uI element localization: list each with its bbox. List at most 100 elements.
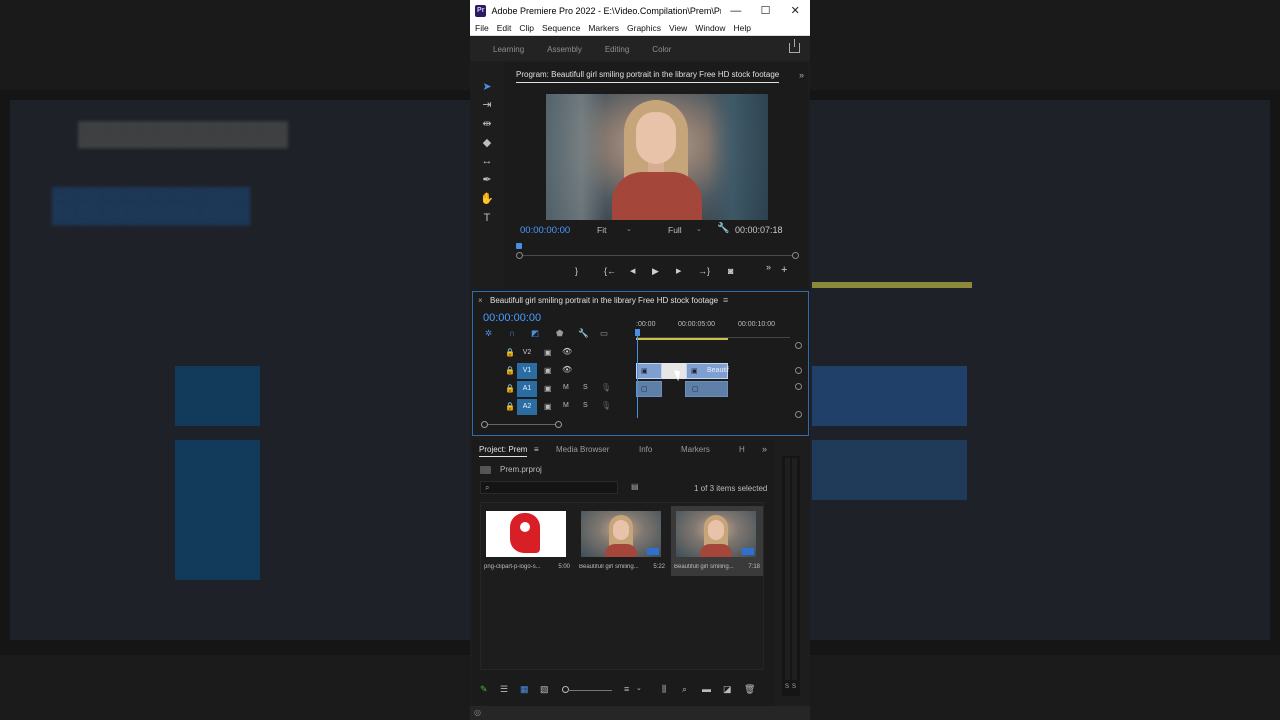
track-target-v2[interactable]: V2: [517, 345, 537, 361]
trash-icon[interactable]: 🗑: [744, 684, 755, 695]
sync-lock-icon[interactable]: ▣: [544, 402, 552, 411]
audio-clip-1[interactable]: ▢: [636, 381, 662, 397]
project-item-video-2[interactable]: Beautifull girl smiling... 7:18: [671, 506, 763, 576]
menu-file[interactable]: File: [475, 23, 489, 33]
solo-right-button[interactable]: S: [792, 684, 796, 690]
audio-clip-2[interactable]: ▢: [685, 381, 728, 397]
chevron-down-icon[interactable]: ⌄: [696, 225, 702, 233]
button-overflow-icon[interactable]: »: [766, 262, 771, 272]
playhead-handle[interactable]: [635, 329, 640, 336]
chevron-down-icon[interactable]: ⌄: [626, 225, 632, 233]
hand-tool-icon[interactable]: ✋: [479, 191, 495, 207]
monitor-scrub-bar[interactable]: [520, 255, 796, 256]
panel-menu-icon[interactable]: ≡: [723, 295, 728, 305]
track-select-tool-icon[interactable]: ⇥: [479, 97, 495, 113]
workspace-editing[interactable]: Editing: [605, 45, 629, 54]
track-target-a1[interactable]: A1: [517, 381, 537, 397]
panel-overflow-icon[interactable]: »: [799, 70, 804, 80]
zoom-handle-left[interactable]: [481, 421, 488, 428]
sync-lock-icon[interactable]: ▣: [544, 348, 552, 357]
sequence-tab[interactable]: Beautifull girl smiling portrait in the …: [490, 296, 718, 305]
linked-selection-icon[interactable]: ◩: [531, 328, 539, 339]
project-item-video-1[interactable]: Beautifull girl smiling... 5:22: [576, 506, 668, 576]
mute-button[interactable]: M: [563, 402, 569, 409]
automate-to-sequence-icon[interactable]: ⫼: [662, 684, 666, 695]
ripple-edit-tool-icon[interactable]: ⇹: [479, 116, 495, 132]
go-to-out-button[interactable]: →}: [698, 266, 710, 276]
list-view-icon[interactable]: ☰: [500, 684, 508, 695]
solo-left-button[interactable]: S: [785, 684, 789, 690]
play-button[interactable]: ▶: [652, 266, 659, 277]
scroll-handle-icon[interactable]: [795, 383, 802, 390]
workspace-learning[interactable]: Learning: [493, 45, 524, 54]
zoom-level-select[interactable]: Fit: [597, 225, 606, 235]
tab-markers[interactable]: Markers: [681, 445, 710, 454]
new-search-bin-icon[interactable]: ▤: [631, 482, 639, 491]
program-playhead-timecode[interactable]: 00:00:00:00: [520, 225, 570, 236]
button-editor-add-icon[interactable]: +: [781, 264, 787, 276]
tab-media-browser[interactable]: Media Browser: [556, 445, 609, 454]
type-tool-icon[interactable]: T: [479, 210, 495, 226]
find-icon[interactable]: ⌕: [682, 684, 687, 695]
project-menu-icon[interactable]: ≡: [534, 445, 539, 454]
pencil-icon[interactable]: ✎: [480, 684, 488, 695]
mark-out-button[interactable]: }: [575, 266, 578, 276]
menu-edit[interactable]: Edit: [497, 23, 512, 33]
new-item-icon[interactable]: ◪: [723, 684, 732, 695]
new-bin-icon[interactable]: ▬: [702, 684, 711, 694]
eye-icon[interactable]: 👁: [562, 347, 572, 356]
menu-clip[interactable]: Clip: [519, 23, 534, 33]
tab-history[interactable]: H: [739, 445, 745, 454]
go-to-in-button[interactable]: {←: [604, 266, 616, 276]
solo-button[interactable]: S: [583, 384, 588, 391]
scroll-handle-icon[interactable]: [795, 411, 802, 418]
step-forward-button[interactable]: ▶: [676, 267, 681, 275]
lock-icon[interactable]: 🔒: [505, 348, 515, 357]
scroll-handle-icon[interactable]: [795, 342, 802, 349]
solo-button[interactable]: S: [583, 402, 588, 409]
lock-icon[interactable]: 🔒: [505, 384, 515, 393]
zoom-handle-left[interactable]: [516, 252, 523, 259]
playback-resolution-select[interactable]: Full: [668, 225, 682, 235]
eye-icon[interactable]: 👁: [562, 365, 572, 374]
menu-sequence[interactable]: Sequence: [542, 23, 580, 33]
panel-overflow-icon[interactable]: »: [762, 444, 767, 454]
chevron-down-icon[interactable]: ⌄: [636, 684, 642, 692]
settings-wrench-icon[interactable]: 🔧: [717, 223, 729, 234]
nest-toggle-icon[interactable]: ✲: [485, 328, 492, 339]
tab-project[interactable]: Project: Prem: [479, 445, 528, 457]
video-clip-2[interactable]: ▣ Beautif: [686, 363, 729, 379]
step-back-button[interactable]: ◀: [630, 267, 635, 275]
mute-button[interactable]: M: [563, 384, 569, 391]
zoom-handle-right[interactable]: [555, 421, 562, 428]
menu-graphics[interactable]: Graphics: [627, 23, 661, 33]
scroll-handle-icon[interactable]: [795, 367, 802, 374]
close-icon[interactable]: ×: [478, 296, 483, 305]
monitor-playhead-marker[interactable]: [516, 243, 522, 249]
pen-tool-icon[interactable]: ✒: [479, 172, 495, 188]
close-button[interactable]: ✕: [780, 0, 810, 21]
workspace-color[interactable]: Color: [652, 45, 671, 54]
lock-icon[interactable]: 🔒: [505, 402, 515, 411]
program-monitor-tab[interactable]: Program: Beautifull girl smiling portrai…: [516, 70, 780, 83]
horizontal-zoom-bar[interactable]: [483, 424, 560, 425]
track-target-v1[interactable]: V1: [517, 363, 537, 379]
freeform-view-icon[interactable]: ▧: [540, 684, 549, 695]
work-area-bar[interactable]: [636, 338, 728, 340]
icon-view-icon[interactable]: ▦: [520, 684, 529, 695]
workspace-assembly[interactable]: Assembly: [547, 45, 582, 54]
sort-icon[interactable]: ≡: [624, 684, 629, 694]
export-frame-icon[interactable]: ◙: [728, 266, 733, 276]
sync-lock-icon[interactable]: ▣: [544, 366, 552, 375]
minimize-button[interactable]: —: [721, 0, 751, 21]
search-input[interactable]: ⌕: [480, 481, 618, 494]
timeline-playhead-timecode[interactable]: 00:00:00:00: [483, 312, 541, 324]
menu-window[interactable]: Window: [695, 23, 725, 33]
project-item-logo[interactable]: png-clipart-p-logo-s... 5:00: [481, 506, 573, 576]
razor-tool-icon[interactable]: ◆: [479, 135, 495, 151]
zoom-handle-right[interactable]: [792, 252, 799, 259]
snap-magnet-icon[interactable]: ∩: [509, 328, 515, 338]
menu-markers[interactable]: Markers: [588, 23, 619, 33]
sync-lock-icon[interactable]: ▣: [544, 384, 552, 393]
captions-icon[interactable]: ▭: [600, 328, 608, 339]
